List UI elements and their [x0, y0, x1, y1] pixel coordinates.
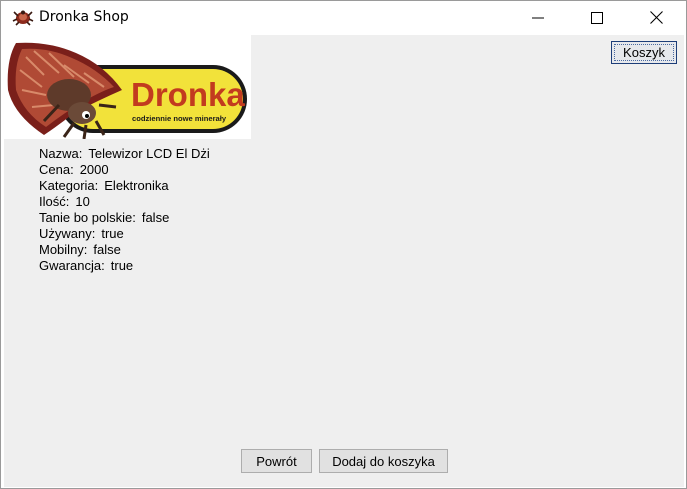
detail-row-price: Cena: 2000 [39, 162, 210, 178]
logo-brand-text: Dronka [131, 76, 245, 113]
app-window: Dronka Shop Dronka codziennie nowe miner… [0, 0, 687, 489]
detail-value: Elektronika [104, 178, 169, 193]
shield-beetle-icon [12, 10, 34, 26]
detail-row-cheap-polish: Tanie bo polskie: false [39, 210, 210, 226]
maximize-icon [591, 11, 603, 24]
detail-value: false [93, 242, 121, 257]
add-to-cart-button[interactable]: Dodaj do koszyka [319, 449, 448, 473]
logo-graphic: Dronka codziennie nowe minerały [7, 42, 247, 139]
detail-row-quantity: Ilość: 10 [39, 194, 210, 210]
minimize-button[interactable] [515, 1, 561, 34]
detail-row-category: Kategoria: Elektronika [39, 178, 210, 194]
detail-value: true [101, 226, 124, 241]
detail-label: Gwarancja: [39, 258, 105, 273]
content-panel: Dronka codziennie nowe minerały Koszyk N… [4, 35, 684, 487]
detail-value: Telewizor LCD El Dżi [88, 146, 210, 161]
dronka-logo: Dronka codziennie nowe minerały [4, 35, 251, 139]
logo-tagline: codziennie nowe minerały [132, 114, 227, 123]
detail-label: Kategoria: [39, 178, 99, 193]
detail-value: false [141, 210, 170, 225]
close-button[interactable] [633, 1, 679, 34]
detail-label: Ilość: [39, 194, 70, 209]
detail-value: true [110, 258, 134, 273]
maximize-button[interactable] [574, 1, 620, 34]
close-icon [649, 11, 663, 24]
minimize-icon [532, 17, 544, 18]
detail-label: Mobilny: [39, 242, 88, 257]
title-bar[interactable]: Dronka Shop [1, 1, 686, 34]
detail-row-name: Nazwa: Telewizor LCD El Dżi [39, 146, 210, 162]
detail-label: Cena: [39, 162, 74, 177]
detail-value: 2000 [79, 162, 109, 177]
cart-button[interactable]: Koszyk [611, 41, 677, 64]
detail-label: Tanie bo polskie: [39, 210, 136, 225]
detail-value: 10 [75, 194, 90, 209]
detail-label: Nazwa: [39, 146, 83, 161]
detail-label: Używany: [39, 226, 96, 241]
detail-row-warranty: Gwarancja: true [39, 258, 210, 274]
detail-row-mobile: Mobilny: false [39, 242, 210, 258]
back-button[interactable]: Powrót [241, 449, 312, 473]
product-details: Nazwa: Telewizor LCD El Dżi Cena: 2000 Kat… [39, 146, 210, 274]
detail-row-used: Używany: true [39, 226, 210, 242]
window-title: Dronka Shop [39, 9, 129, 25]
